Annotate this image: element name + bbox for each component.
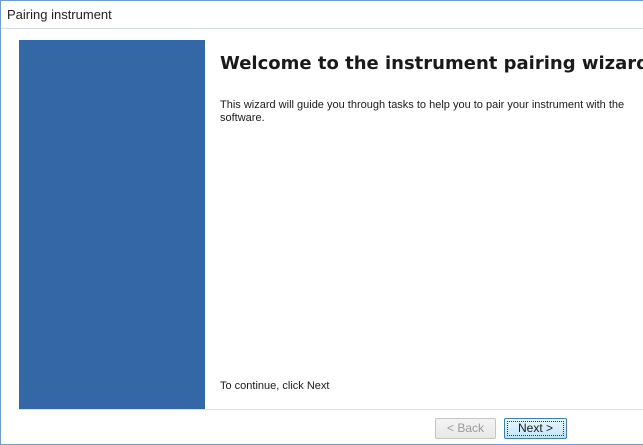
wizard-heading: Welcome to the instrument pairing wizard [220,53,643,74]
continue-hint: To continue, click Next [220,380,330,392]
wizard-description: This wizard will guide you through tasks… [220,99,625,124]
next-button-label: Next > [517,421,553,435]
next-button[interactable]: Next > [504,418,567,439]
wizard-window: Pairing instrument Welcome to the instru… [0,0,643,445]
button-bar: < Back Next > [1,410,643,444]
window-title: Pairing instrument [7,7,112,22]
wizard-side-panel [19,40,205,409]
wizard-content-panel: Welcome to the instrument pairing wizard… [205,40,643,409]
title-bar[interactable]: Pairing instrument [1,1,643,29]
back-button[interactable]: < Back [435,418,496,439]
